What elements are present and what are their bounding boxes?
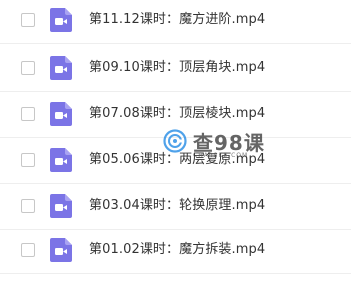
- file-checkbox[interactable]: [21, 199, 35, 213]
- list-item[interactable]: 第05.06课时：两层复原.mp4: [0, 140, 351, 184]
- file-list: 第11.12课时：魔方进阶.mp4 第09.10课时：顶层角块.mp4 第07.…: [0, 0, 351, 281]
- file-checkbox[interactable]: [21, 61, 35, 75]
- list-item[interactable]: 第11.12课时：魔方进阶.mp4: [0, 0, 351, 44]
- file-name[interactable]: 第05.06课时：两层复原.mp4: [89, 152, 265, 168]
- file-name[interactable]: 第11.12课时：魔方进阶.mp4: [89, 12, 265, 28]
- list-item[interactable]: 第01.02课时：魔方拆装.mp4: [0, 230, 351, 274]
- video-file-icon: [50, 238, 72, 262]
- video-file-icon: [50, 194, 72, 218]
- video-file-icon: [50, 148, 72, 172]
- list-item[interactable]: 第03.04课时：轮换原理.mp4: [0, 186, 351, 230]
- list-item[interactable]: 第07.08课时：顶层棱块.mp4: [0, 94, 351, 138]
- list-item[interactable]: 第09.10课时：顶层角块.mp4: [0, 48, 351, 92]
- file-checkbox[interactable]: [21, 153, 35, 167]
- file-name[interactable]: 第07.08课时：顶层棱块.mp4: [89, 106, 265, 122]
- file-checkbox[interactable]: [21, 107, 35, 121]
- file-checkbox[interactable]: [21, 243, 35, 257]
- file-checkbox[interactable]: [21, 13, 35, 27]
- video-file-icon: [50, 56, 72, 80]
- video-file-icon: [50, 102, 72, 126]
- video-file-icon: [50, 8, 72, 32]
- file-name[interactable]: 第01.02课时：魔方拆装.mp4: [89, 242, 265, 258]
- file-name[interactable]: 第03.04课时：轮换原理.mp4: [89, 198, 265, 214]
- file-name[interactable]: 第09.10课时：顶层角块.mp4: [89, 60, 265, 76]
